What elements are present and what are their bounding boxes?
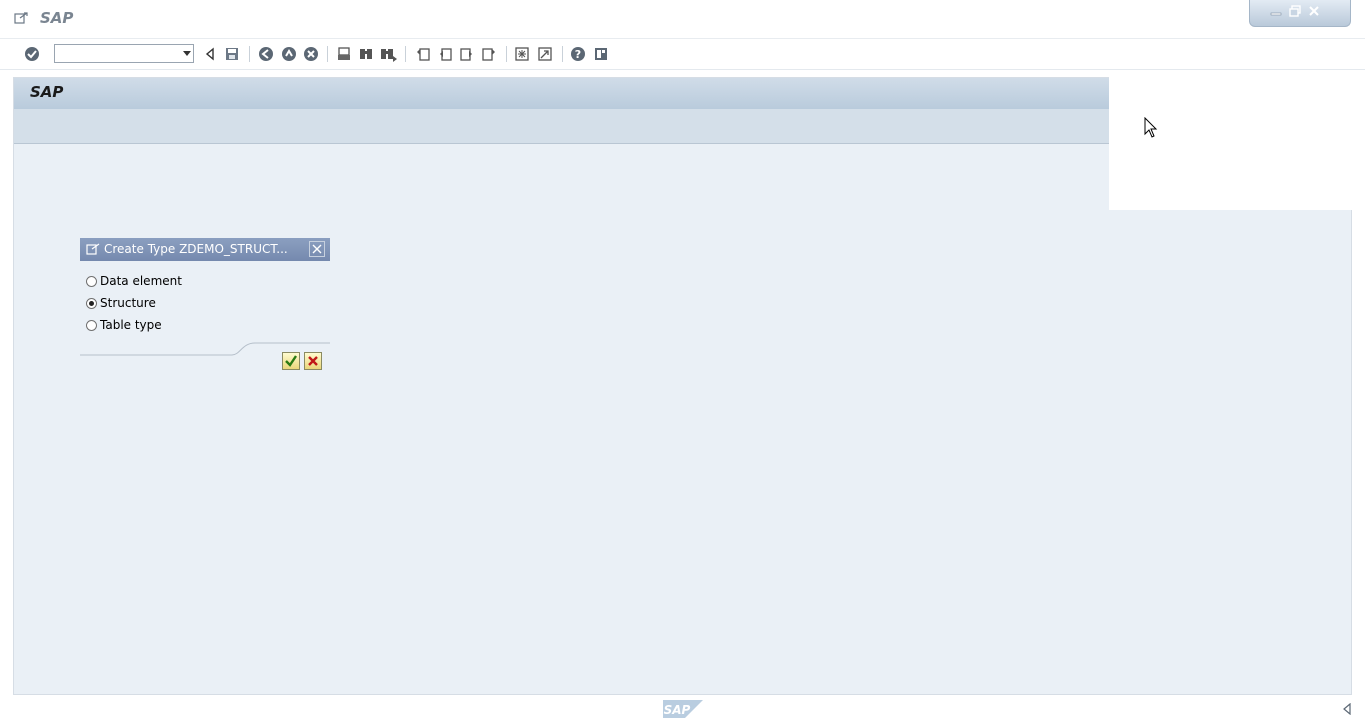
find-next-icon[interactable] [380, 45, 398, 63]
svg-text:?: ? [575, 48, 581, 61]
option-structure[interactable]: Structure [86, 296, 156, 310]
toolbar-separator [405, 46, 406, 62]
cancel-button[interactable] [304, 352, 322, 370]
radio-button[interactable] [86, 319, 97, 331]
next-page-icon[interactable] [458, 45, 476, 63]
blank-panel [1109, 70, 1355, 210]
last-page-icon[interactable] [480, 45, 498, 63]
minimize-icon[interactable] [1268, 4, 1283, 18]
dialog-menu-icon[interactable] [86, 243, 100, 258]
cancel-icon [308, 356, 318, 366]
enter-icon[interactable] [23, 45, 41, 63]
window-title: SAP [40, 9, 74, 27]
find-icon[interactable] [357, 45, 375, 63]
toolbar-separator [562, 46, 563, 62]
radio-button-selected[interactable] [86, 297, 97, 309]
confirm-button[interactable] [282, 352, 300, 370]
option-label: Data element [100, 274, 182, 288]
svg-text:SAP: SAP [664, 703, 691, 717]
status-bar: SAP [0, 696, 1365, 723]
status-collapse-icon[interactable] [1342, 703, 1352, 715]
dialog-titlebar: Create Type ZDEMO_STRUCT... [80, 238, 330, 261]
radio-button[interactable] [86, 275, 97, 287]
confirm-icon [285, 355, 297, 367]
sap-menu-icon[interactable] [14, 12, 28, 24]
screen-title: SAP [30, 83, 64, 101]
command-field[interactable] [54, 44, 194, 63]
print-icon[interactable] [335, 45, 353, 63]
option-label: Structure [100, 296, 156, 310]
shortcut-icon[interactable] [536, 45, 554, 63]
toolbar-separator [506, 46, 507, 62]
layout-icon[interactable] [592, 45, 610, 63]
window-titlebar: SAP [0, 0, 1365, 39]
option-table-type[interactable]: Table type [86, 318, 162, 332]
chevron-down-icon[interactable] [183, 51, 191, 56]
help-icon[interactable]: ? [569, 45, 587, 63]
mouse-cursor-icon [1144, 117, 1158, 138]
option-data-element[interactable]: Data element [86, 274, 182, 288]
create-session-icon[interactable] [513, 45, 531, 63]
back-icon[interactable] [257, 45, 275, 63]
system-toolbar: ? [0, 39, 1365, 70]
window-controls [1249, 0, 1351, 27]
cancel-icon[interactable] [302, 45, 320, 63]
option-label: Table type [100, 318, 162, 332]
back-arrow-icon[interactable] [201, 45, 219, 63]
dialog-close-icon[interactable] [309, 241, 325, 257]
create-type-dialog: Create Type ZDEMO_STRUCT... Data element… [80, 238, 330, 380]
toolbar-separator [327, 46, 328, 62]
restore-icon[interactable] [1287, 4, 1302, 18]
toolbar-separator [249, 46, 250, 62]
save-icon[interactable] [223, 45, 241, 63]
close-icon[interactable] [1306, 4, 1321, 18]
application-toolbar [14, 109, 1110, 144]
dialog-title: Create Type ZDEMO_STRUCT... [104, 242, 288, 256]
sap-logo: SAP [663, 700, 703, 718]
screen-header: SAP [14, 78, 1110, 109]
exit-icon[interactable] [280, 45, 298, 63]
previous-page-icon[interactable] [436, 45, 454, 63]
first-page-icon[interactable] [414, 45, 432, 63]
